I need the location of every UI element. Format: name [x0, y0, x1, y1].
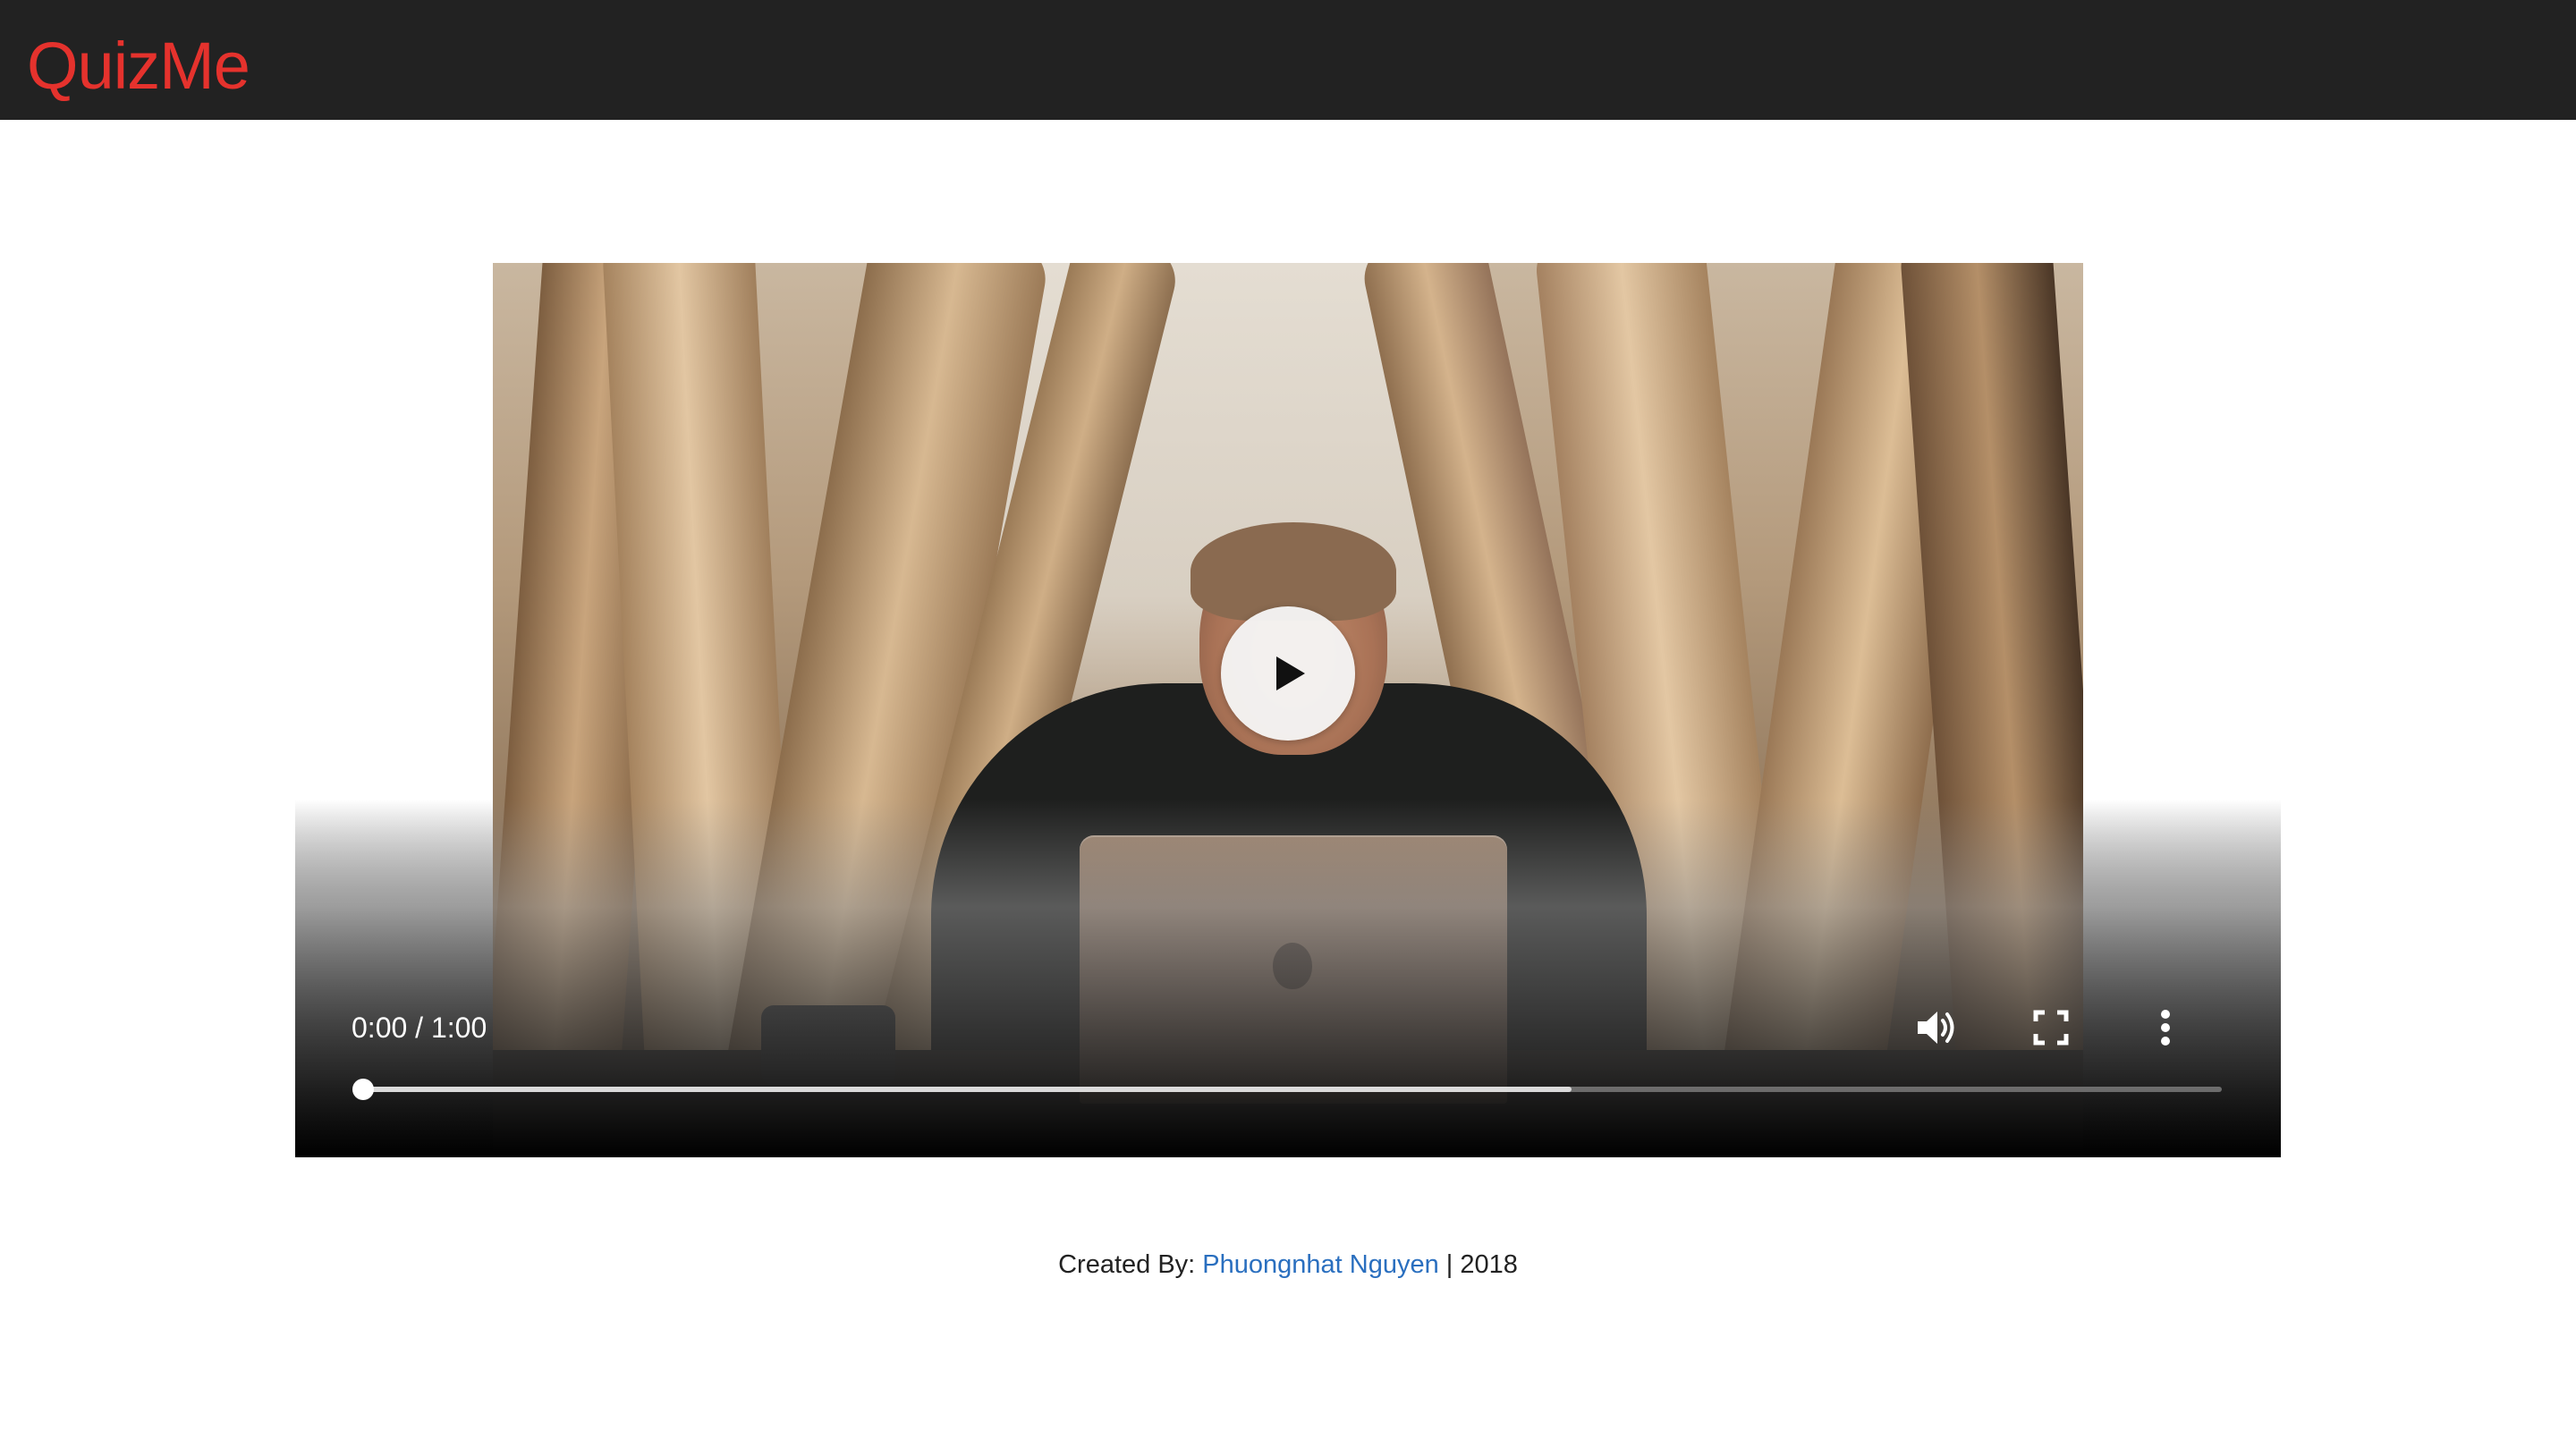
fullscreen-icon: [2033, 1010, 2069, 1046]
more-options-icon: [2161, 1010, 2170, 1046]
more-options-button[interactable]: [2134, 996, 2197, 1059]
author-link[interactable]: Phuongnhat Nguyen: [1202, 1250, 1438, 1279]
progress-scrubber-handle[interactable]: [352, 1079, 374, 1100]
play-button[interactable]: [1221, 606, 1355, 741]
top-navbar: QuizMe: [0, 0, 2576, 120]
volume-button[interactable]: [1905, 996, 1968, 1059]
time-display: 0:00 / 1:00: [352, 1012, 487, 1044]
fullscreen-button[interactable]: [2020, 996, 2082, 1059]
footer-suffix: | 2018: [1438, 1250, 1518, 1279]
footer-prefix: Created By:: [1058, 1250, 1203, 1279]
brand-logo-link[interactable]: QuizMe: [27, 27, 250, 106]
page-footer: Created By: Phuongnhat Nguyen | 2018: [0, 1247, 2576, 1283]
progress-buffered: [363, 1087, 1572, 1092]
controls-overlay: [295, 800, 2281, 1157]
play-icon: [1276, 656, 1305, 690]
video-player[interactable]: 0:00 / 1:00: [295, 263, 2281, 1157]
progress-bar[interactable]: [352, 1079, 2222, 1100]
volume-icon: [1918, 1012, 1954, 1044]
